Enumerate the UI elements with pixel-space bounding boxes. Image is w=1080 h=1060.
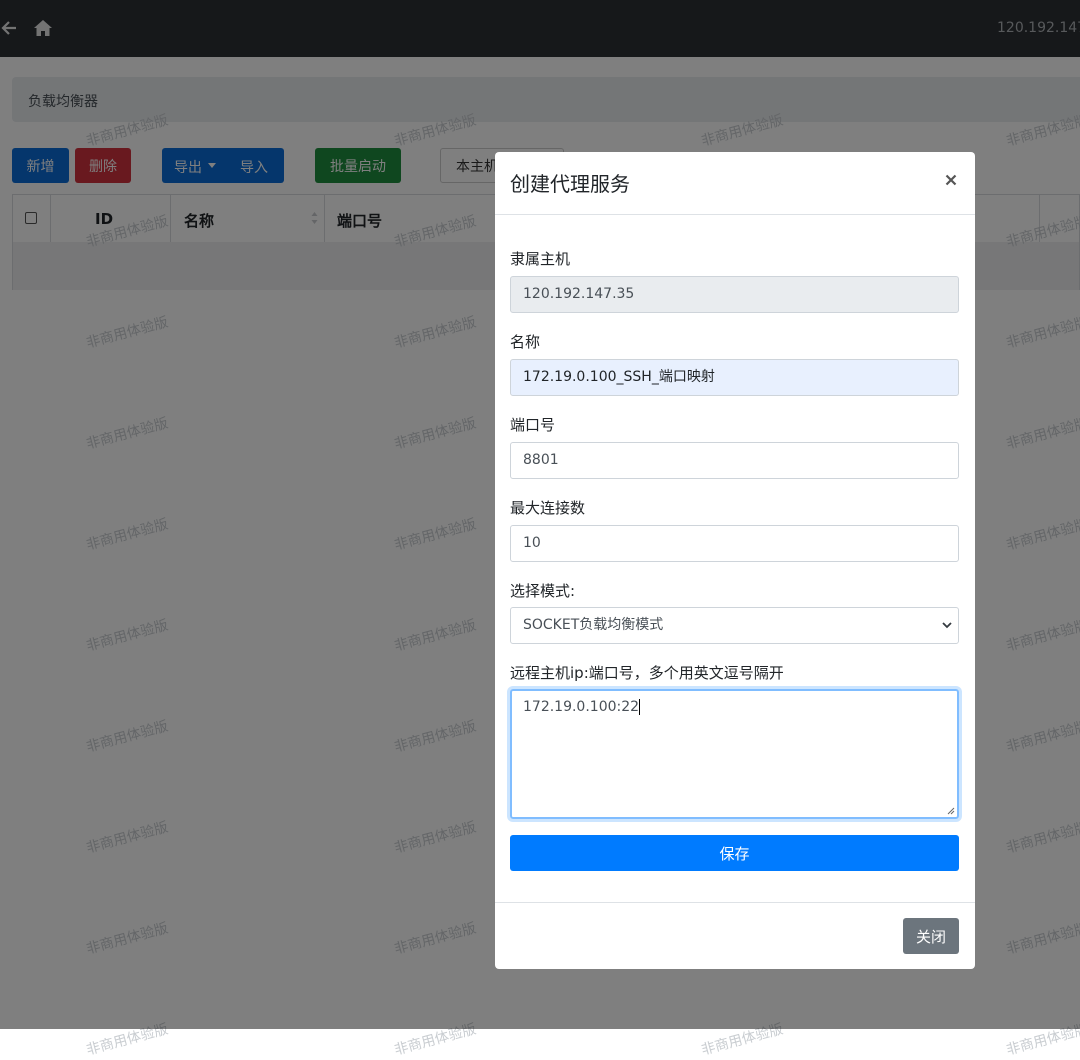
name-label: 名称 xyxy=(510,333,541,351)
max-connections-label: 最大连接数 xyxy=(510,499,586,517)
resize-handle-icon[interactable] xyxy=(947,807,955,815)
create-proxy-modal: 创建代理服务 隶属主机 120.192.147.35 名称 172.19.0.1… xyxy=(495,152,975,969)
mode-select[interactable]: SOCKET负载均衡模式 xyxy=(510,607,959,644)
mode-label: 选择模式: xyxy=(510,582,576,600)
modal-header: 创建代理服务 xyxy=(495,152,975,215)
name-field[interactable]: 172.19.0.100_SSH_端口映射 xyxy=(510,359,959,396)
host-label: 隶属主机 xyxy=(510,250,571,268)
modal-footer-divider xyxy=(495,902,975,903)
host-field: 120.192.147.35 xyxy=(510,276,959,313)
remote-hosts-textarea[interactable]: 172.19.0.100:22 xyxy=(510,689,959,819)
port-label: 端口号 xyxy=(510,416,556,434)
text-cursor xyxy=(639,699,641,715)
mode-select-value: SOCKET负载均衡模式 xyxy=(523,617,664,633)
save-button[interactable]: 保存 xyxy=(510,835,959,871)
chevron-down-icon xyxy=(942,622,952,629)
max-connections-field[interactable]: 10 xyxy=(510,525,959,562)
remote-hosts-value: 172.19.0.100:22 xyxy=(523,699,640,715)
port-field[interactable]: 8801 xyxy=(510,442,959,479)
close-button[interactable]: 关闭 xyxy=(903,918,959,954)
close-icon[interactable] xyxy=(943,172,959,188)
modal-title: 创建代理服务 xyxy=(510,172,630,196)
remote-hosts-label: 远程主机ip:端口号，多个用英文逗号隔开 xyxy=(510,664,784,682)
